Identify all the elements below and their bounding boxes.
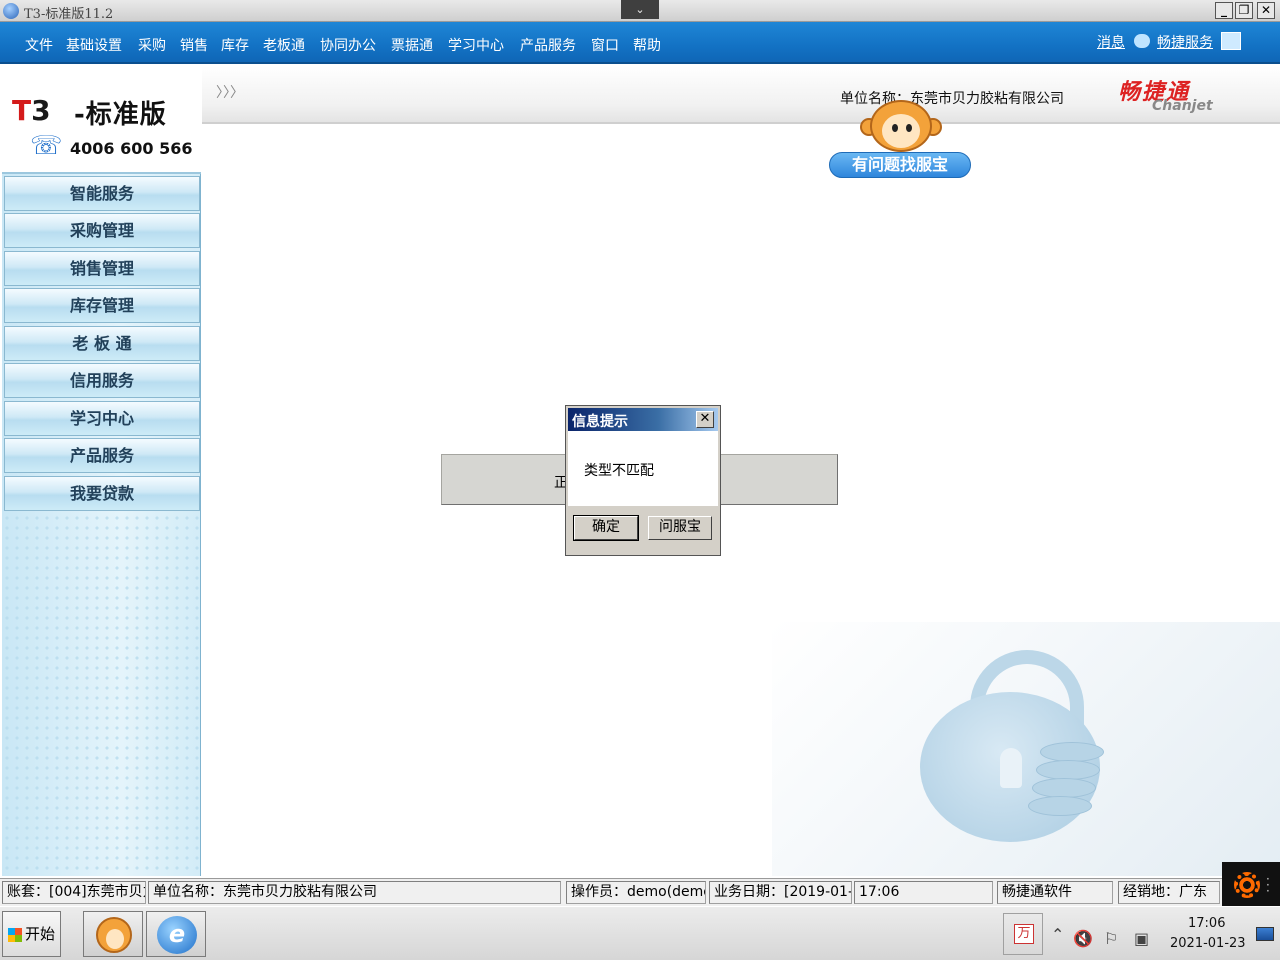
content-header: 〉〉〉 单位名称：东莞市贝力胶粘有限公司 畅捷通 Chanjet (202, 66, 1280, 124)
service-gear-icon[interactable]: · · · (1222, 862, 1280, 906)
sidebar-item-purchase[interactable]: 采购管理 (4, 213, 200, 248)
status-operator: 操作员：demo(demo) (566, 881, 706, 904)
action-center-flag-icon[interactable]: ⚐ (1104, 929, 1118, 948)
app-icon (3, 3, 19, 19)
info-dialog: 信息提示 ✕ 类型不匹配 确定 问服宝 (565, 405, 721, 556)
service-window-icon[interactable] (1221, 32, 1241, 50)
restore-button[interactable]: ❐ (1235, 2, 1253, 19)
taskbar: 开始 e 万 ⌃ 🔇 ⚐ ▣ 17:06 2021-01-23 (0, 906, 1280, 960)
chanjet-service-link[interactable]: 畅捷服务 (1157, 32, 1213, 52)
logo-title: -标准版 (74, 100, 167, 130)
title-dropdown-button[interactable]: ⌄ (621, 0, 659, 19)
tray-expand-icon[interactable]: ⌃ (1051, 925, 1064, 944)
window-title: T3-标准版11.2 (24, 7, 114, 22)
coin-icon (1040, 742, 1104, 762)
mascot-eye-right (906, 124, 912, 132)
support-phone: 4006 600 566 (70, 139, 193, 158)
menu-office[interactable]: 协同办公 (320, 35, 376, 55)
sidebar-item-inventory[interactable]: 库存管理 (4, 288, 200, 323)
status-account: 账套：[004]东莞市贝力胶粘有限公司 (2, 881, 146, 904)
menu-boss[interactable]: 老板通 (263, 35, 305, 55)
coin-icon (1036, 760, 1100, 780)
logo-t3: T3 (12, 94, 51, 127)
menu-window[interactable]: 窗口 (591, 35, 619, 55)
sidebar-item-boss[interactable]: 老 板 通 (4, 326, 200, 361)
menu-learning[interactable]: 学习中心 (448, 35, 504, 55)
dialog-message: 类型不匹配 (584, 463, 654, 479)
sidebar: T3 -标准版 ☏ 4006 600 566 智能服务 采购管理 销售管理 库存… (2, 66, 201, 876)
status-time: 17:06 (854, 881, 993, 904)
clock-time[interactable]: 17:06 (1188, 916, 1225, 931)
close-button[interactable]: ✕ (1257, 2, 1275, 19)
coin-icon (1032, 778, 1096, 798)
coin-icon (1028, 796, 1092, 816)
product-logo: T3 -标准版 ☏ 4006 600 566 (2, 66, 201, 174)
brand-logo-en: Chanjet (1152, 98, 1213, 114)
menu-bar: 文件 基础设置 采购 销售 库存 老板通 协同办公 票据通 学习中心 产品服务 … (0, 22, 1280, 64)
status-business-date: 业务日期：[2019-01-31] (709, 881, 852, 904)
dialog-close-button[interactable]: ✕ (696, 411, 714, 428)
lock-watermark-icon (772, 622, 1280, 876)
taskbar-t3-app[interactable]: e (146, 911, 206, 957)
mascot-eye-left (892, 124, 898, 132)
sidebar-pattern (2, 513, 201, 876)
ok-button[interactable]: 确定 (573, 515, 639, 541)
status-software: 畅捷通软件 (997, 881, 1113, 904)
start-button[interactable]: 开始 (2, 911, 61, 957)
status-bar: 账套：[004]东莞市贝力胶粘有限公司 单位名称：东莞市贝力胶粘有限公司 操作员… (0, 878, 1280, 906)
mascot-face (882, 114, 920, 148)
gear-icon (1234, 872, 1260, 898)
more-dots-icon: · · · (1266, 872, 1270, 898)
sidebar-item-learning[interactable]: 学习中心 (4, 401, 200, 436)
status-dealer: 经销地：广东 (1118, 881, 1220, 904)
message-bubble-icon[interactable] (1134, 34, 1150, 48)
status-unit: 单位名称：东莞市贝力胶粘有限公司 (148, 881, 561, 904)
messages-link[interactable]: 消息 (1097, 32, 1125, 52)
clock-date[interactable]: 2021-01-23 (1170, 936, 1246, 951)
ime-tray[interactable]: 万 (1003, 913, 1043, 955)
dialog-title-bar: 信息提示 ✕ (568, 408, 718, 431)
ask-fubao-dialog-button[interactable]: 问服宝 (648, 516, 712, 540)
menu-bills[interactable]: 票据通 (391, 35, 433, 55)
sidebar-item-products[interactable]: 产品服务 (4, 438, 200, 473)
t3-app-icon: e (157, 916, 197, 954)
sidebar-item-credit[interactable]: 信用服务 (4, 363, 200, 398)
menu-help[interactable]: 帮助 (633, 35, 661, 55)
network-icon[interactable]: ▣ (1134, 929, 1149, 948)
sidebar-item-smart-service[interactable]: 智能服务 (4, 176, 200, 211)
menu-products[interactable]: 产品服务 (520, 35, 576, 55)
title-bar: T3-标准版11.2 ⌄ _ ❐ ✕ (0, 0, 1280, 22)
monkey-icon (96, 917, 132, 953)
sidebar-item-sales[interactable]: 销售管理 (4, 251, 200, 286)
menu-basic-settings[interactable]: 基础设置 (66, 35, 122, 55)
menu-file[interactable]: 文件 (25, 35, 53, 55)
volume-muted-icon[interactable]: 🔇 (1073, 929, 1093, 948)
menu-inventory[interactable]: 库存 (221, 35, 249, 55)
ime-icon: 万 (1014, 924, 1034, 944)
menu-purchase[interactable]: 采购 (138, 35, 166, 55)
sidebar-item-loan[interactable]: 我要贷款 (4, 476, 200, 511)
phone-icon: ☏ (30, 131, 63, 161)
ask-fubao-button[interactable]: 有问题找服宝 (829, 152, 971, 178)
taskbar-fubao-app[interactable] (83, 911, 143, 957)
start-label: 开始 (25, 925, 56, 943)
monkey-mascot-icon[interactable] (860, 98, 942, 156)
dialog-button-bar: 确定 问服宝 (568, 506, 718, 553)
minimize-button[interactable]: _ (1215, 2, 1233, 19)
menu-sales[interactable]: 销售 (180, 35, 208, 55)
monkey-face (106, 929, 124, 949)
dialog-title: 信息提示 (572, 414, 628, 430)
expand-chevrons-icon[interactable]: 〉〉〉 (216, 82, 244, 102)
show-desktop-icon[interactable] (1256, 927, 1274, 941)
windows-logo-icon (8, 928, 22, 942)
keyhole-icon (1000, 748, 1022, 788)
